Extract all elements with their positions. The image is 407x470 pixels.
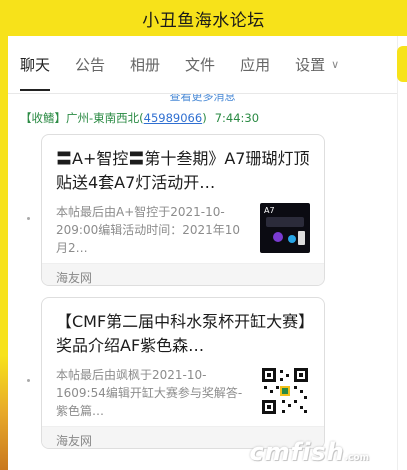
tab-label: 应用 [240,56,271,74]
share-card[interactable]: 【CMF第二届中科水泵杯开缸大赛】奖品介绍AF紫色森… 本帖最后由飒枫于2021… [41,297,325,449]
bullet-icon [27,217,30,220]
card-title: 〓A+智控〓第十叁期》A7珊瑚灯顶贴送4套A7灯活动开… [56,149,310,192]
card-source: 海友网 [42,263,324,285]
left-background-strip [0,36,8,470]
tab-label: 文件 [185,56,216,74]
chevron-down-icon: ∨ [331,58,340,71]
card-thumbnail: A7 [260,203,310,253]
bullet-icon [27,379,30,382]
tab-label: 公告 [75,56,106,74]
watermark-suffix: .com [344,453,369,463]
tab-files[interactable]: 文件 [185,54,215,75]
card-description: 本帖最后由A+智控于2021-10-209:00编辑活动时间：2021年10月2… [56,205,241,255]
left-decoration [0,356,8,470]
tab-label: 聊天 [20,56,51,74]
thumbnail-label: A7 [264,206,275,215]
load-more-link[interactable]: 查看更多消息 [8,94,397,102]
card-description: 本帖最后由飒枫于2021-10-1609:54编辑开缸大赛参与奖解答-紫色篇… [56,368,243,418]
card-title: 【CMF第二届中科水泵杯开缸大赛】奖品介绍AF紫色森… [56,312,307,355]
window-title: 小丑鱼海水论坛 [142,10,265,31]
sender-name[interactable]: 【收鳍】广州-東南西北(45989066) [20,110,207,126]
card-body: 本帖最后由飒枫于2021-10-1609:54编辑开缸大赛参与奖解答-紫色篇… [42,358,324,420]
tab-bar: 聊天 公告 相册 文件 应用 设置 ∨ [8,36,397,94]
sender-id-link[interactable]: 45989066 [144,111,203,125]
watermark-logo: cmfish.com [249,438,369,466]
right-accent [397,46,407,82]
card-body: 本帖最后由A+智控于2021-10-209:00编辑活动时间：2021年10月2… [42,195,324,257]
tab-apps[interactable]: 应用 [240,54,270,75]
share-card[interactable]: 〓A+智控〓第十叁期》A7珊瑚灯顶贴送4套A7灯活动开… 本帖最后由A+智控于2… [41,134,325,286]
watermark-brand: cmfish [249,438,345,466]
sender-label: 【收鳍】广州-東南西北 [20,111,140,125]
tab-announcement[interactable]: 公告 [75,54,105,75]
chat-panel: 聊天 公告 相册 文件 应用 设置 ∨ 查看更多消息 【收鳍】广州-東南西北(4… [8,36,397,470]
tab-label: 相册 [130,56,161,74]
tab-settings[interactable]: 设置 ∨ [295,54,339,75]
tab-chat[interactable]: 聊天 [20,54,51,91]
right-background-strip [397,36,407,470]
message-time: 7:44:30 [214,111,260,125]
qr-code-icon [260,366,310,416]
tab-album[interactable]: 相册 [130,54,160,75]
title-bar: 小丑鱼海水论坛 [0,0,407,36]
message-header: 【收鳍】广州-東南西北(45989066) 7:44:30 [8,102,397,126]
tab-label: 设置 [295,56,326,74]
load-more-label: 查看更多消息 [169,94,236,102]
